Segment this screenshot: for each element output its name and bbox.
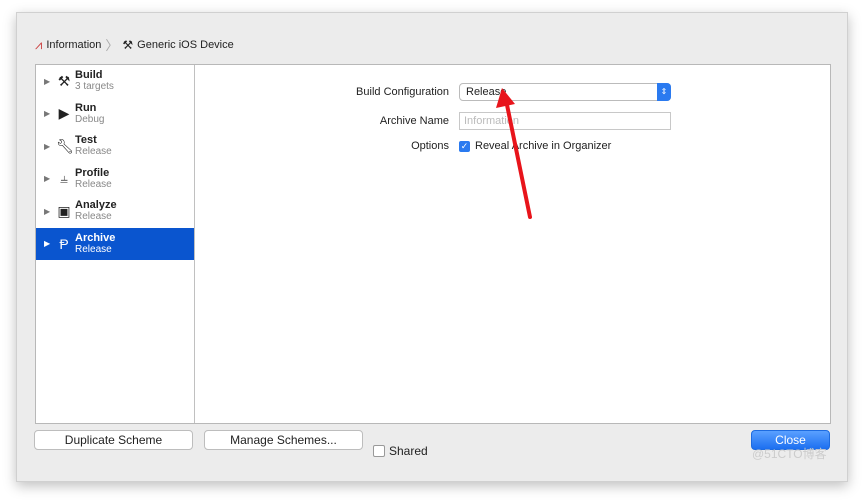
watermark: @51CTO博客 xyxy=(752,447,827,461)
red-arrow-annotation xyxy=(496,88,532,219)
checkbox-box[interactable] xyxy=(373,445,385,457)
shared-checkbox[interactable]: Shared xyxy=(373,444,428,458)
manage-schemes-button[interactable]: Manage Schemes... xyxy=(204,430,363,450)
duplicate-scheme-button[interactable]: Duplicate Scheme xyxy=(34,430,193,450)
shared-label: Shared xyxy=(389,444,428,458)
